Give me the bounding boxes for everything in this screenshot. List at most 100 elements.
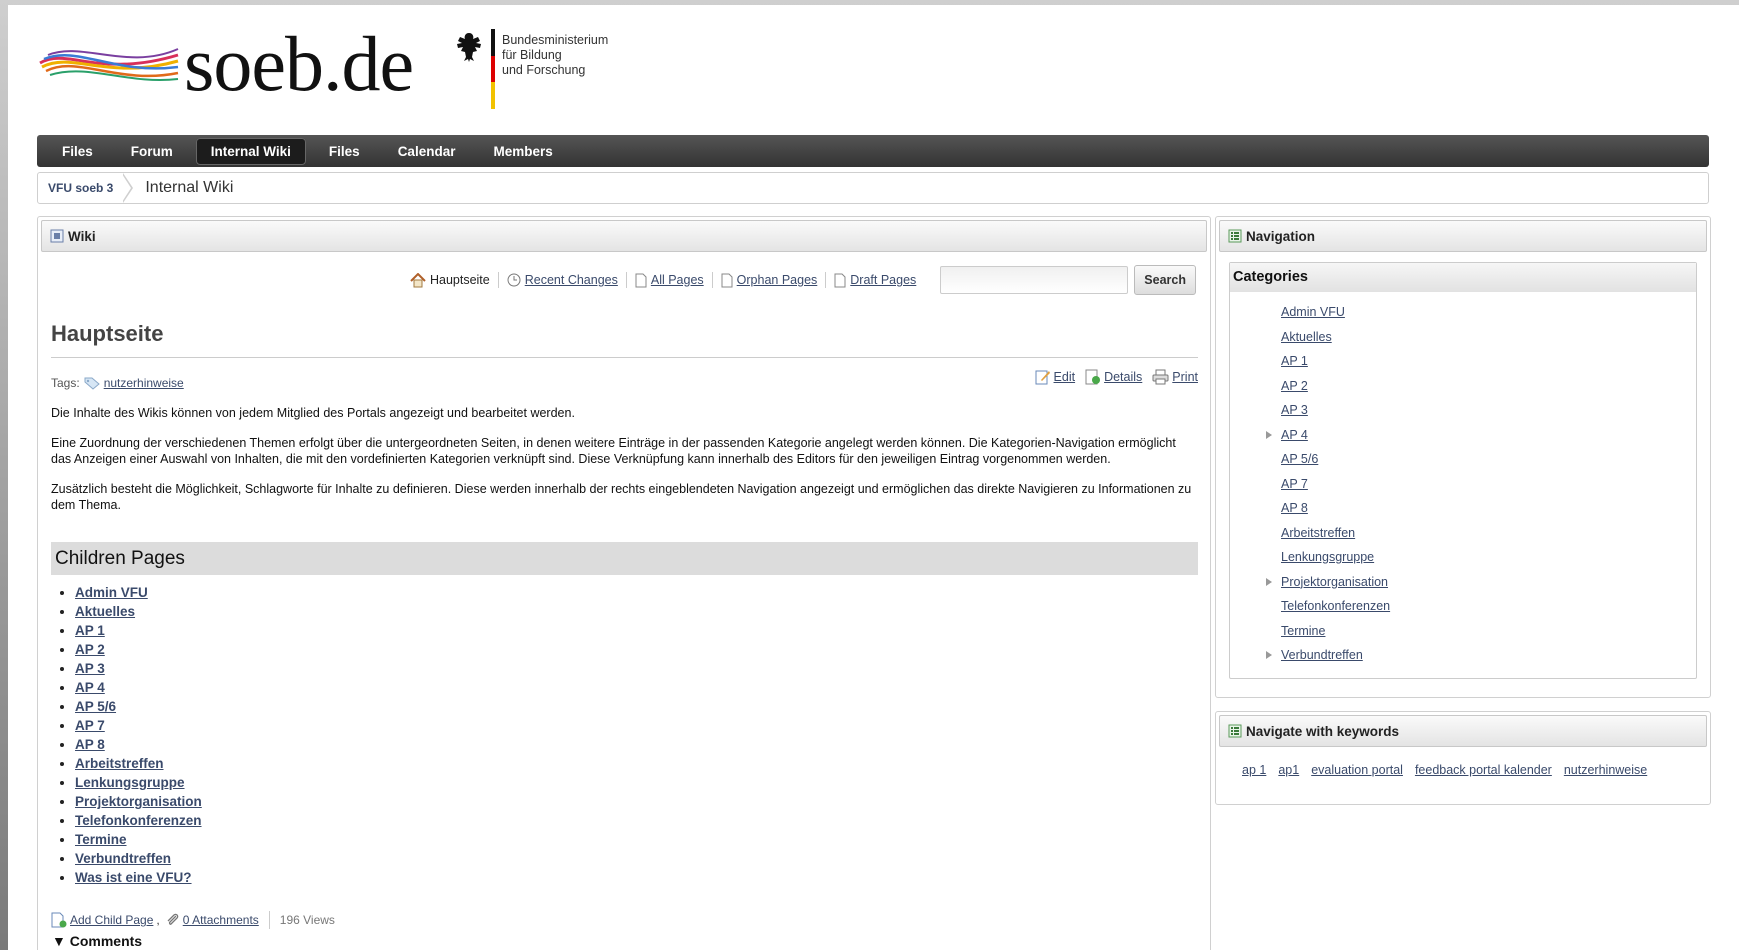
child-page-link[interactable]: Termine <box>75 832 127 847</box>
list-item: Was ist eine VFU? <box>75 868 202 887</box>
child-page-link[interactable]: Arbeitstreffen <box>75 756 164 771</box>
toolbar-home-label: Hauptseite <box>429 273 490 287</box>
clock-icon <box>507 273 521 287</box>
federal-eagle-icon <box>457 33 481 62</box>
child-page-link[interactable]: AP 7 <box>75 718 105 733</box>
keyword-link[interactable]: nutzerhinweise <box>1564 763 1647 777</box>
list-item: AP 1 <box>1230 349 1696 374</box>
nav-calendar[interactable]: Calendar <box>383 138 471 165</box>
orphan-pages-link[interactable]: Orphan Pages <box>737 273 818 287</box>
keywords-panel-header: Navigate with keywords <box>1219 715 1707 747</box>
expand-arrow-icon[interactable] <box>1266 577 1272 586</box>
children-pages-heading: Children Pages <box>51 542 1198 575</box>
list-item: Projektorganisation <box>75 792 202 811</box>
child-page-link[interactable]: Aktuelles <box>75 604 135 619</box>
child-page-link[interactable]: AP 1 <box>75 623 105 638</box>
child-page-link[interactable]: Admin VFU <box>75 585 148 600</box>
child-page-link[interactable]: AP 4 <box>75 680 105 695</box>
toolbar-all-pages[interactable]: All Pages <box>627 272 713 288</box>
nav-files-2[interactable]: Files <box>314 138 375 165</box>
list-item: AP 7 <box>1230 472 1696 497</box>
main-nav: Files Forum Internal Wiki Files Calendar… <box>37 135 1709 167</box>
category-link[interactable]: Verbundtreffen <box>1281 648 1363 662</box>
keyword-link[interactable]: feedback portal kalender <box>1415 763 1552 777</box>
keyword-link[interactable]: ap1 <box>1278 763 1299 777</box>
child-page-link[interactable]: AP 5/6 <box>75 699 116 714</box>
edit-link[interactable]: Edit <box>1054 370 1076 384</box>
recent-changes-link[interactable]: Recent Changes <box>525 273 618 287</box>
keyword-link[interactable]: evaluation portal <box>1311 763 1403 777</box>
list-item: AP 8 <box>1230 496 1696 521</box>
category-link[interactable]: Arbeitstreffen <box>1281 526 1355 540</box>
all-pages-link[interactable]: All Pages <box>651 273 704 287</box>
draft-pages-link[interactable]: Draft Pages <box>850 273 916 287</box>
ministry-text: Bundesministerium für Bildung und Forsch… <box>502 33 609 77</box>
footer-comma: , <box>156 913 160 927</box>
toolbar-recent-changes[interactable]: Recent Changes <box>499 272 627 288</box>
keyword-link[interactable]: ap 1 <box>1242 763 1266 777</box>
nav-internal-wiki[interactable]: Internal Wiki <box>195 137 306 165</box>
tags-label: Tags: <box>51 376 80 390</box>
nav-members[interactable]: Members <box>478 138 567 165</box>
wiki-search-input[interactable] <box>940 266 1129 294</box>
list-item: Aktuelles <box>1230 325 1696 350</box>
category-link[interactable]: Telefonkonferenzen <box>1281 599 1390 613</box>
toolbar-draft-pages[interactable]: Draft Pages <box>826 272 924 288</box>
child-page-link[interactable]: Was ist eine VFU? <box>75 870 192 885</box>
list-item: Lenkungsgruppe <box>1230 545 1696 570</box>
expand-arrow-icon[interactable] <box>1266 430 1272 439</box>
child-page-link[interactable]: Verbundtreffen <box>75 851 171 866</box>
keywords-panel-title: Navigate with keywords <box>1246 723 1400 739</box>
category-link[interactable]: AP 5/6 <box>1281 452 1318 466</box>
nav-files[interactable]: Files <box>47 138 108 165</box>
attachments-link[interactable]: 0 Attachments <box>183 913 259 927</box>
child-page-link[interactable]: AP 3 <box>75 661 105 676</box>
wiki-panel-title: Wiki <box>68 228 96 244</box>
expand-arrow-icon[interactable] <box>1266 651 1272 659</box>
category-link[interactable]: AP 8 <box>1281 501 1308 515</box>
nav-forum[interactable]: Forum <box>116 138 188 165</box>
keywords-panel: Navigate with keywords ap 1 ap1 evaluati… <box>1215 711 1711 805</box>
edit-action[interactable]: Edit <box>1035 369 1076 385</box>
toolbar-home[interactable]: Hauptseite <box>402 272 499 288</box>
logo-swoosh-icon <box>39 48 179 81</box>
details-action[interactable]: Details <box>1085 369 1142 385</box>
category-link[interactable]: Aktuelles <box>1281 330 1332 344</box>
child-page-link[interactable]: Projektorganisation <box>75 794 202 809</box>
category-link[interactable]: Projektorganisation <box>1281 575 1388 589</box>
category-link[interactable]: Admin VFU <box>1281 305 1345 319</box>
category-link[interactable]: AP 1 <box>1281 354 1308 368</box>
navigation-panel-header: Navigation <box>1219 220 1707 252</box>
child-page-link[interactable]: AP 2 <box>75 642 105 657</box>
tag-icon <box>84 377 100 390</box>
view-count: 196 Views <box>279 913 335 927</box>
category-link[interactable]: Termine <box>1281 624 1325 638</box>
print-action[interactable]: Print <box>1152 369 1198 385</box>
tag-link[interactable]: nutzerhinweise <box>104 376 184 390</box>
category-link[interactable]: AP 3 <box>1281 403 1308 417</box>
list-item: AP 3 <box>75 659 202 678</box>
page: soeb.de Bundesministerium für Bildung un… <box>8 5 1739 950</box>
add-child-page-link[interactable]: Add Child Page <box>70 913 153 927</box>
list-item: Telefonkonferenzen <box>75 811 202 830</box>
child-page-link[interactable]: Lenkungsgruppe <box>75 775 185 790</box>
category-link[interactable]: AP 4 <box>1281 428 1308 442</box>
paragraph: Die Inhalte des Wikis können von jedem M… <box>51 406 575 420</box>
details-link[interactable]: Details <box>1104 370 1142 384</box>
toolbar-orphan-pages[interactable]: Orphan Pages <box>713 272 827 288</box>
list-item: AP 2 <box>75 640 202 659</box>
list-item: Lenkungsgruppe <box>75 773 202 792</box>
category-link[interactable]: AP 7 <box>1281 477 1308 491</box>
child-page-link[interactable]: AP 8 <box>75 737 105 752</box>
wiki-panel: Wiki Hauptseite Recent Changes All Pages… <box>37 216 1211 950</box>
list-item: AP 4 <box>75 678 202 697</box>
print-link[interactable]: Print <box>1172 370 1198 384</box>
breadcrumb-group-link[interactable]: VFU soeb 3 <box>38 173 123 203</box>
category-link[interactable]: AP 2 <box>1281 379 1308 393</box>
child-page-link[interactable]: Telefonkonferenzen <box>75 813 202 828</box>
categories-box: Categories Admin VFU Aktuelles AP 1 AP 2… <box>1229 262 1697 679</box>
search-button[interactable]: Search <box>1134 265 1196 295</box>
comments-toggle[interactable]: ▼ Comments <box>52 933 142 949</box>
category-link[interactable]: Lenkungsgruppe <box>1281 550 1374 564</box>
site-logo-text: soeb.de <box>184 20 414 107</box>
